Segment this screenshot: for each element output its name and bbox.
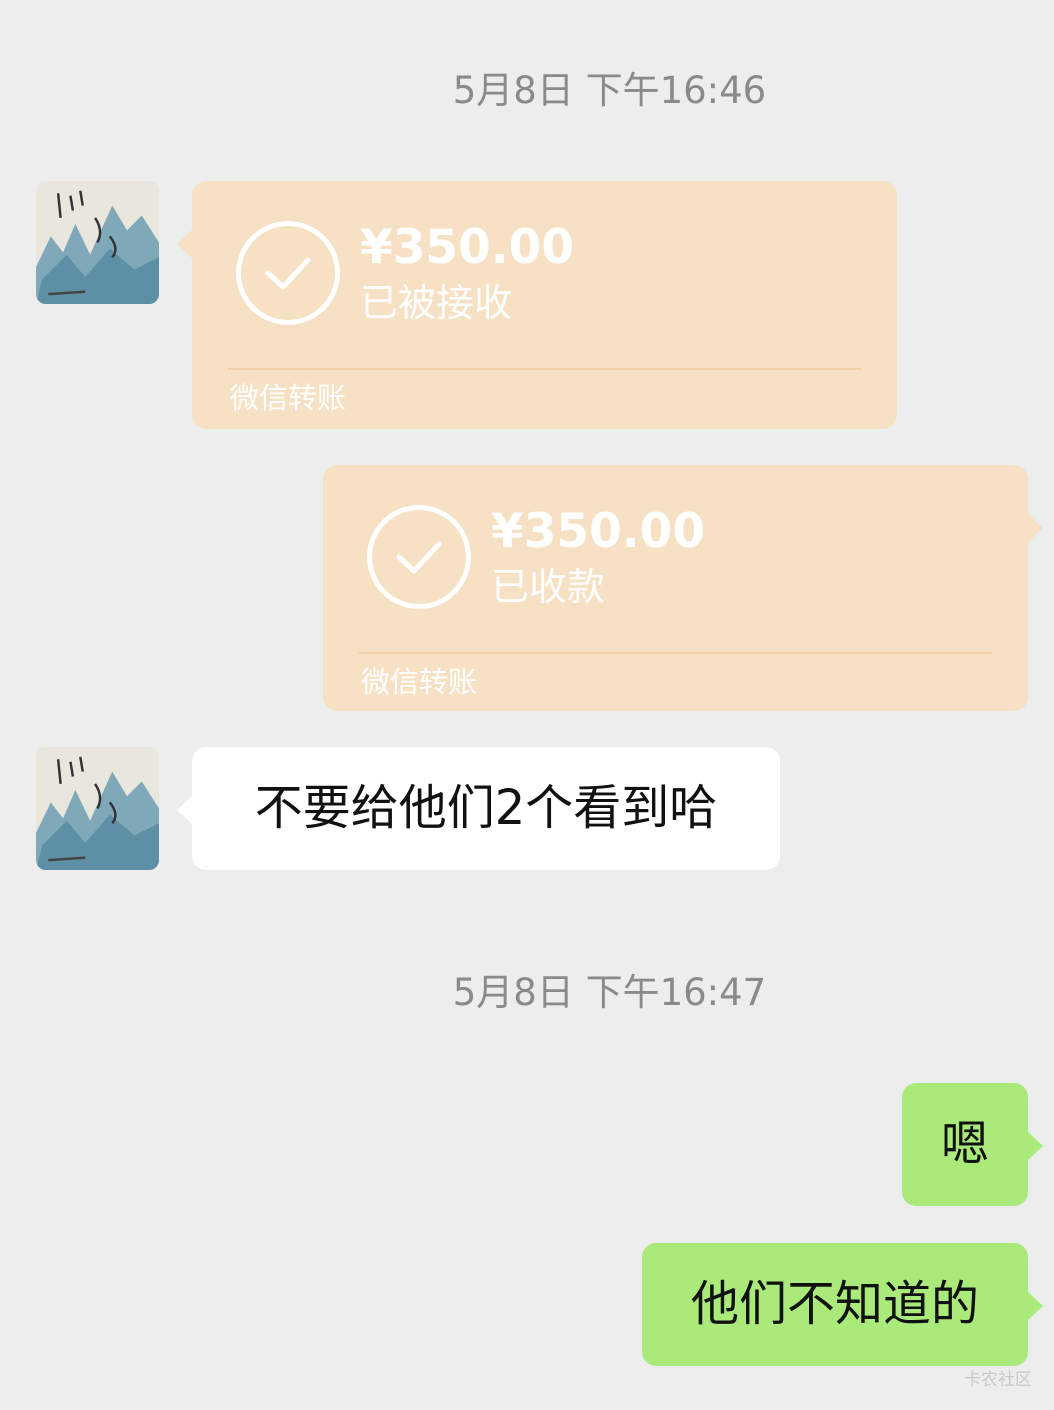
timestamp: 5月8日 下午16:47 bbox=[452, 971, 767, 1014]
message-bubble-received[interactable]: 不要给他们2个看到哈 bbox=[177, 747, 780, 870]
divider bbox=[359, 652, 992, 654]
transfer-amount: ¥350.00 bbox=[491, 504, 706, 559]
transfer-card-received[interactable]: ¥350.00 已被接收 微信转账 bbox=[177, 181, 897, 429]
message-bubble-sent[interactable]: 嗯 bbox=[902, 1083, 1043, 1206]
message-bubble-sent[interactable]: 他们不知道的 bbox=[642, 1243, 1043, 1366]
contact-avatar[interactable] bbox=[36, 181, 159, 304]
timestamp: 5月8日 下午16:46 bbox=[452, 69, 767, 112]
watermark: 卡农社区 bbox=[964, 1370, 1032, 1390]
message-text: 他们不知道的 bbox=[690, 1276, 979, 1332]
contact-avatar[interactable] bbox=[36, 747, 159, 870]
landscape-painting-icon bbox=[36, 181, 159, 304]
landscape-painting-icon bbox=[36, 747, 159, 870]
transfer-status: 已收款 bbox=[491, 565, 606, 609]
transfer-brand: 微信转账 bbox=[361, 665, 478, 699]
divider bbox=[228, 368, 861, 370]
message-text: 不要给他们2个看到哈 bbox=[254, 780, 718, 836]
transfer-status: 已被接收 bbox=[360, 281, 513, 325]
check-icon bbox=[367, 505, 471, 609]
transfer-amount: ¥350.00 bbox=[360, 220, 575, 275]
check-icon bbox=[236, 221, 340, 325]
transfer-brand: 微信转账 bbox=[230, 381, 347, 415]
transfer-card-collected[interactable]: ¥350.00 已收款 微信转账 bbox=[323, 465, 1043, 711]
message-text: 嗯 bbox=[940, 1116, 989, 1172]
